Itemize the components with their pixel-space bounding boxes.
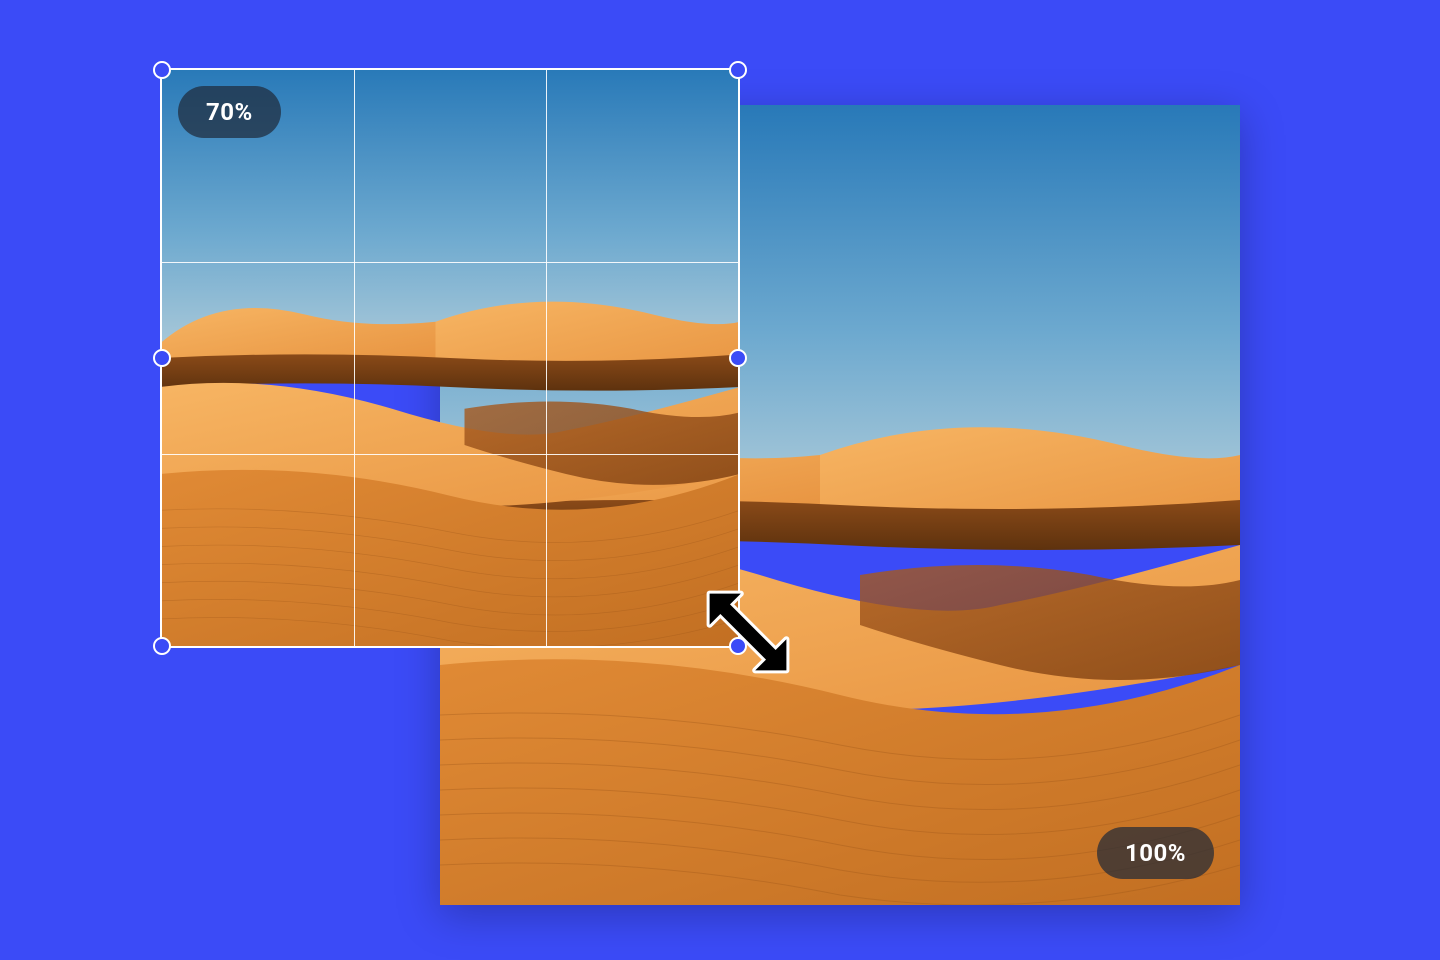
desert-image-small (160, 68, 740, 648)
scale-label-resized: 70% (206, 98, 253, 126)
resized-image-frame[interactable]: 70% (160, 68, 740, 648)
scale-badge-resized: 70% (178, 86, 281, 138)
scale-label-original: 100% (1125, 839, 1186, 867)
scale-badge-original: 100% (1097, 827, 1214, 879)
editor-canvas: 100% (0, 0, 1440, 960)
